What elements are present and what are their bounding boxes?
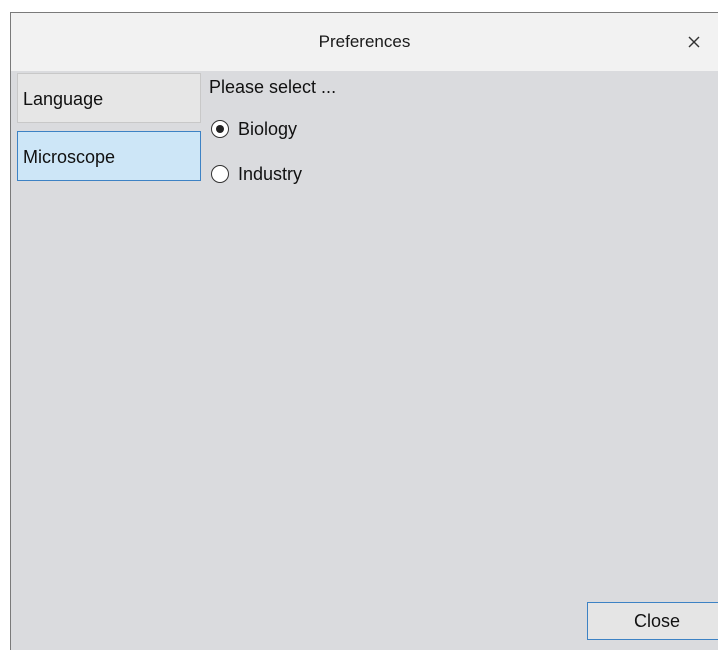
radio-option-industry[interactable]: Industry [211, 162, 302, 186]
settings-panel: Please select ... Biology Industry [209, 73, 718, 650]
sidebar-item-label: Language [23, 89, 104, 109]
close-icon[interactable] [684, 32, 704, 52]
sidebar-item-microscope[interactable]: Microscope [17, 131, 201, 181]
radio-label: Biology [238, 118, 298, 139]
sidebar-item-language[interactable]: Language [17, 73, 201, 123]
sidebar-item-label: Microscope [23, 147, 116, 167]
radio-option-biology[interactable]: Biology [211, 117, 297, 141]
close-button[interactable]: Close [587, 602, 718, 640]
title-bar: Preferences [11, 13, 718, 71]
radio-button-checked[interactable] [211, 120, 229, 138]
window-title: Preferences [318, 32, 411, 51]
radio-label: Industry [238, 163, 303, 184]
radio-button-unchecked[interactable] [211, 165, 229, 183]
preferences-dialog: Preferences Language Microscope Please s… [10, 12, 718, 650]
selection-prompt: Please select ... [209, 77, 337, 97]
